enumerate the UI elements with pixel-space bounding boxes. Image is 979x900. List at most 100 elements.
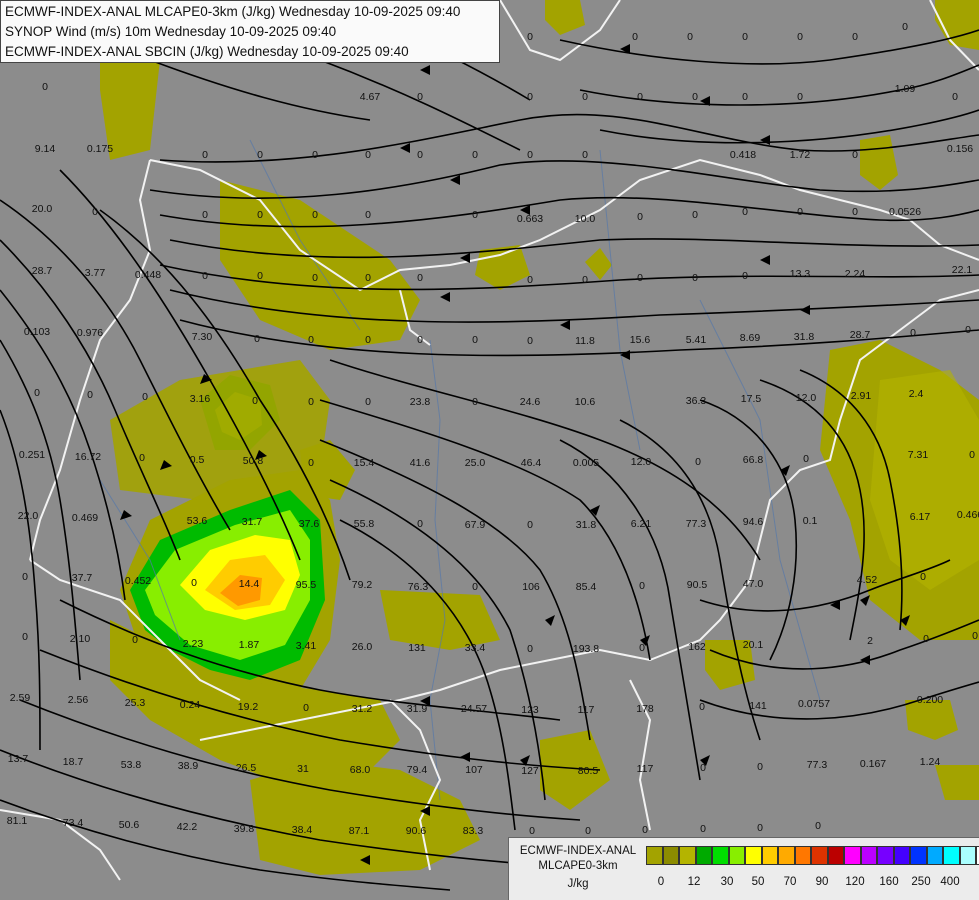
sbcin-value: 0.0526 <box>889 206 921 218</box>
sbcin-value: 0 <box>742 206 748 218</box>
legend-swatch <box>712 846 729 865</box>
sbcin-value: 1.09 <box>895 83 916 95</box>
legend-tick-label: 70 <box>783 876 797 888</box>
sbcin-value: 0.167 <box>860 758 886 770</box>
sbcin-value: 81.1 <box>7 815 28 827</box>
sbcin-value: 0.0757 <box>798 698 830 710</box>
sbcin-value: 0 <box>687 31 693 43</box>
sbcin-value: 0 <box>637 91 643 103</box>
sbcin-value: 0 <box>312 149 318 161</box>
sbcin-value: 4.67 <box>360 91 381 103</box>
sbcin-value: 14.4 <box>239 578 260 590</box>
sbcin-value: 162 <box>688 641 706 653</box>
sbcin-value: 127 <box>521 765 539 777</box>
sbcin-value: 37.6 <box>299 518 320 530</box>
sbcin-value: 68.0 <box>350 764 371 776</box>
sbcin-value: 0 <box>308 396 314 408</box>
sbcin-value: 131 <box>408 642 426 654</box>
legend-swatch <box>959 846 976 865</box>
sbcin-value: 7.31 <box>908 449 929 461</box>
sbcin-value: 4.52 <box>857 574 878 586</box>
sbcin-value: 0.251 <box>19 449 45 461</box>
sbcin-value: 0 <box>692 91 698 103</box>
sbcin-value: 0.466 <box>957 509 979 521</box>
legend-tick-label: 0 <box>657 876 665 888</box>
sbcin-value: 31.7 <box>242 516 263 528</box>
legend-swatch <box>860 846 877 865</box>
sbcin-value: 0 <box>529 825 535 837</box>
sbcin-value: 117 <box>637 763 654 775</box>
sbcin-value: 178 <box>636 703 654 715</box>
sbcin-value: 0 <box>692 209 698 221</box>
legend-swatch <box>778 846 795 865</box>
sbcin-value: 0 <box>852 149 858 161</box>
legend-swatch <box>662 846 679 865</box>
sbcin-value: 25.3 <box>125 697 146 709</box>
sbcin-value: 0 <box>952 91 958 103</box>
sbcin-value: 0.103 <box>24 326 50 338</box>
sbcin-value: 0 <box>692 272 698 284</box>
sbcin-value: 0 <box>757 822 763 834</box>
sbcin-value: 1.87 <box>239 639 260 651</box>
sbcin-value: 3.77 <box>85 267 106 279</box>
sbcin-value: 0 <box>132 634 138 646</box>
sbcin-value: 31.2 <box>352 703 373 715</box>
sbcin-value: 0 <box>742 91 748 103</box>
sbcin-value: 0.175 <box>87 143 113 155</box>
sbcin-value: 0 <box>852 206 858 218</box>
sbcin-value: 2.23 <box>183 638 204 650</box>
sbcin-value: 37.7 <box>72 572 93 584</box>
sbcin-value: 0 <box>695 456 701 468</box>
sbcin-value: 0 <box>742 270 748 282</box>
legend-title: ECMWF-INDEX-ANAL MLCAPE0-3km <box>513 844 643 874</box>
sbcin-value: 0 <box>417 272 423 284</box>
legend-unit: J/kg <box>567 878 589 890</box>
sbcin-value: 0 <box>365 209 371 221</box>
sbcin-value: 1.24 <box>920 756 941 768</box>
sbcin-value: 10.6 <box>575 396 596 408</box>
sbcin-value: 0 <box>923 633 929 645</box>
legend-tick-label: 160 <box>879 876 899 888</box>
sbcin-value: 107 <box>465 764 483 776</box>
sbcin-value: 0 <box>582 91 588 103</box>
sbcin-value: 23.8 <box>410 396 431 408</box>
sbcin-value: 17.5 <box>741 393 762 405</box>
sbcin-value: 6.17 <box>910 511 931 523</box>
sbcin-value: 0 <box>797 91 803 103</box>
legend-title-line2: MLCAPE0-3km <box>538 860 618 872</box>
sbcin-value: 5.41 <box>686 334 707 346</box>
sbcin-value: 0 <box>972 630 978 642</box>
sbcin-value: 0 <box>527 274 533 286</box>
sbcin-value: 0 <box>365 396 371 408</box>
sbcin-value: 0.200 <box>917 694 943 706</box>
sbcin-value: 0 <box>202 270 208 282</box>
sbcin-value: 0 <box>920 571 926 583</box>
sbcin-value: 67.9 <box>465 519 486 531</box>
header-line-cin: ECMWF-INDEX-ANAL SBCIN (J/kg) Wednesday … <box>5 44 409 59</box>
sbcin-value: 0 <box>639 642 645 654</box>
legend-tick-label: 120 <box>845 876 865 888</box>
legend-swatch <box>893 846 910 865</box>
sbcin-value: 0 <box>910 327 916 339</box>
legend-swatch <box>695 846 712 865</box>
sbcin-value: 31.8 <box>576 519 597 531</box>
sbcin-value: 2.59 <box>10 692 31 704</box>
sbcin-value: 79.4 <box>407 764 428 776</box>
sbcin-value: 38.9 <box>178 760 199 772</box>
sbcin-value: 33.4 <box>465 642 486 654</box>
sbcin-value: 31.9 <box>407 703 428 715</box>
sbcin-value: 0 <box>254 333 260 345</box>
color-legend: ECMWF-INDEX-ANAL MLCAPE0-3km J/kg 0 12 30 5… <box>508 837 979 900</box>
sbcin-value: 0 <box>472 209 478 221</box>
sbcin-value: 20.1 <box>743 639 764 651</box>
sbcin-value: 73.4 <box>63 817 84 829</box>
legend-colorbar <box>646 846 979 865</box>
sbcin-value: 83.3 <box>463 825 484 837</box>
sbcin-value: 2.91 <box>851 390 872 402</box>
legend-tick-label: 400 <box>940 876 960 888</box>
sbcin-value: 0 <box>34 387 40 399</box>
sbcin-value: 31 <box>297 763 309 775</box>
sbcin-value: 117 <box>578 704 595 716</box>
sbcin-value: 0 <box>757 761 763 773</box>
sbcin-value: 0 <box>417 91 423 103</box>
